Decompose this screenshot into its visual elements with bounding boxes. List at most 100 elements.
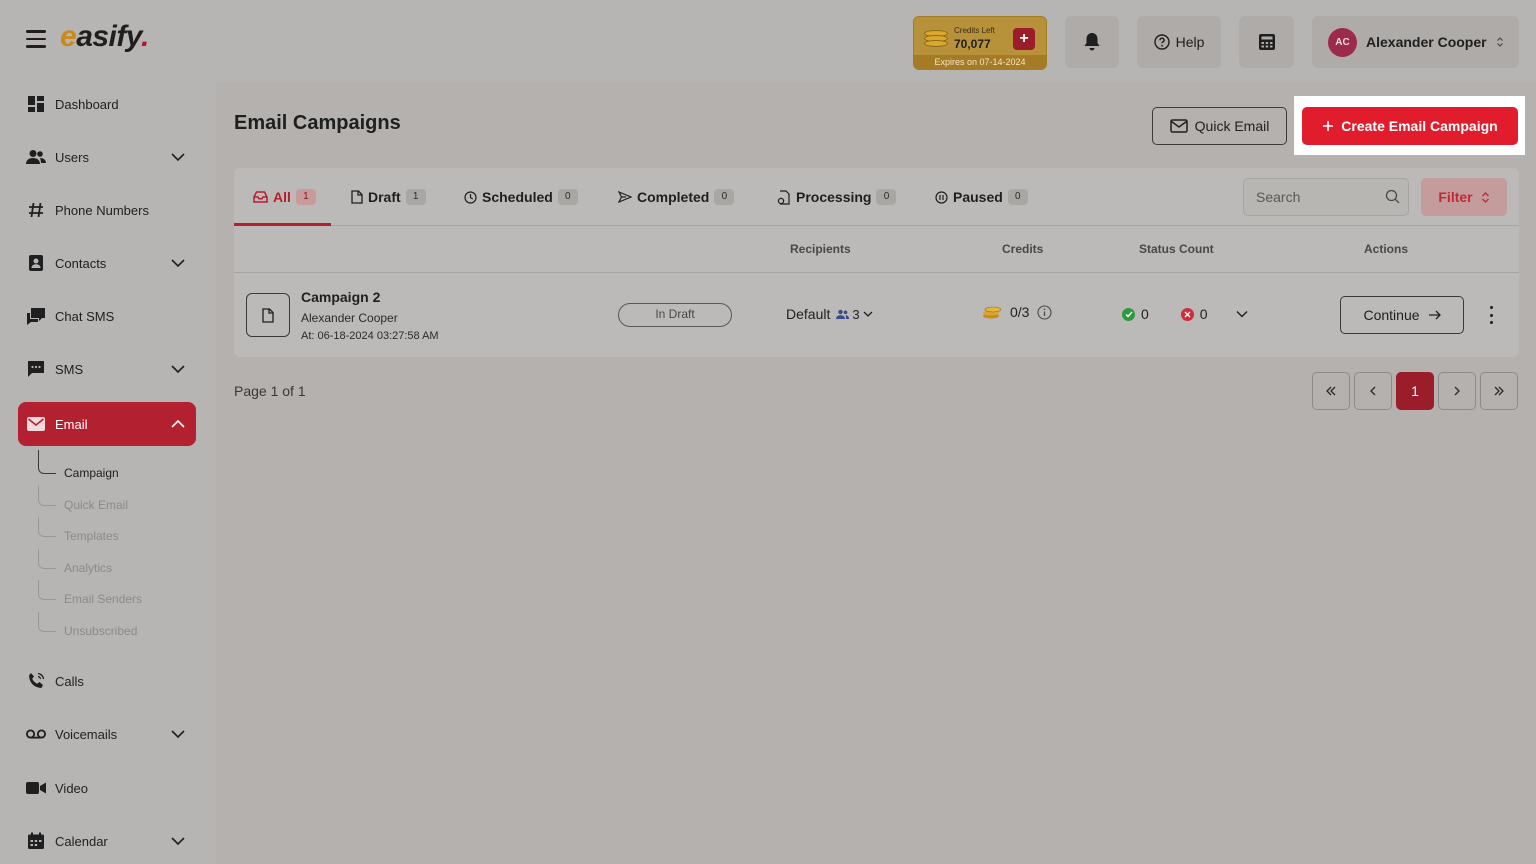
search-box[interactable] xyxy=(1243,178,1409,216)
first-page-button[interactable] xyxy=(1312,372,1350,410)
sms-icon xyxy=(26,359,46,379)
tab-all[interactable]: All 1 xyxy=(253,168,316,226)
quick-email-button[interactable]: Quick Email xyxy=(1152,107,1287,145)
column-header-credits: Credits xyxy=(1002,242,1044,256)
chevron-down-icon[interactable] xyxy=(170,726,186,742)
sidebar-item-label: Users xyxy=(55,149,89,165)
credits-label: Credits Left xyxy=(954,26,995,35)
campaign-name[interactable]: Campaign 2 xyxy=(301,289,380,305)
filter-button[interactable]: Filter xyxy=(1421,178,1507,216)
chevron-updown-icon xyxy=(1481,191,1489,203)
contacts-icon xyxy=(26,253,46,273)
tab-count: 0 xyxy=(876,189,897,205)
status-count-cell: 0 0 xyxy=(1122,306,1248,322)
info-icon[interactable] xyxy=(1037,304,1053,320)
campaigns-card: All 1 Draft 1 Scheduled 0 Completed 0 Pr… xyxy=(234,168,1519,357)
sidebar-item-calendar[interactable]: Calendar xyxy=(18,819,196,863)
clock-icon xyxy=(464,190,477,204)
tab-count: 1 xyxy=(405,189,426,205)
menu-icon[interactable] xyxy=(26,30,46,48)
avatar: AC xyxy=(1328,27,1357,57)
chevron-down-icon[interactable] xyxy=(170,149,186,165)
prev-page-button[interactable] xyxy=(1354,372,1392,410)
chevron-down-icon[interactable] xyxy=(1236,310,1248,318)
tab-count: 0 xyxy=(714,189,735,205)
notifications-button[interactable] xyxy=(1065,16,1119,68)
file-gear-icon xyxy=(777,189,790,205)
user-name: Alexander Cooper xyxy=(1366,34,1487,50)
sidebar-item-users[interactable]: Users xyxy=(18,135,196,179)
sidebar-item-dashboard[interactable]: Dashboard xyxy=(18,82,196,126)
credits-value: 70,077 xyxy=(954,37,991,51)
table-row[interactable]: Campaign 2 Alexander Cooper At: 06-18-20… xyxy=(234,272,1519,357)
recipients-dropdown[interactable]: Default 3 xyxy=(786,306,873,322)
chevron-down-icon[interactable] xyxy=(170,255,186,271)
dashboard-icon xyxy=(26,94,46,114)
top-bar: easify. Credits Left 70,077 + Expires on… xyxy=(0,0,1536,82)
coins-icon xyxy=(983,306,1002,319)
create-email-campaign-button[interactable]: Create Email Campaign xyxy=(1302,107,1518,145)
tab-draft[interactable]: Draft 1 xyxy=(351,168,426,226)
sidebar-item-chat-sms[interactable]: Chat SMS xyxy=(18,294,196,338)
hash-icon xyxy=(26,200,46,220)
active-tab-indicator xyxy=(234,223,331,226)
plus-icon xyxy=(1323,121,1334,131)
search-input[interactable] xyxy=(1244,179,1384,215)
send-icon xyxy=(618,191,632,203)
tab-paused[interactable]: Paused 0 xyxy=(935,168,1028,226)
credits-expiry: Expires on 07-14-2024 xyxy=(914,55,1046,69)
create-campaign-highlight: Create Email Campaign xyxy=(1294,96,1525,155)
chat-icon xyxy=(26,306,46,326)
coins-icon xyxy=(924,30,950,48)
status-badge: In Draft xyxy=(618,303,732,327)
tab-completed[interactable]: Completed 0 xyxy=(618,168,735,226)
chevrons-left-icon xyxy=(1326,386,1336,396)
sidebar-item-email[interactable]: Email xyxy=(18,402,196,446)
chevron-down-icon xyxy=(863,311,873,317)
sidebar-item-contacts[interactable]: Contacts xyxy=(18,241,196,285)
x-circle-icon xyxy=(1180,307,1194,321)
sidebar-item-label: Video xyxy=(55,780,89,796)
calculator-button[interactable] xyxy=(1239,16,1294,68)
tab-count: 1 xyxy=(295,189,316,205)
chevron-up-icon[interactable] xyxy=(170,416,186,432)
users-icon xyxy=(26,147,46,167)
sidebar-item-video[interactable]: Video xyxy=(18,766,196,810)
quick-email-label: Quick Email xyxy=(1194,118,1270,134)
tab-count: 0 xyxy=(557,189,578,205)
page-button-1[interactable]: 1 xyxy=(1396,372,1434,410)
last-page-button[interactable] xyxy=(1480,372,1518,410)
credits-widget[interactable]: Credits Left 70,077 + Expires on 07-14-2… xyxy=(913,16,1047,70)
sidebar-item-label: Voicemails xyxy=(55,726,118,742)
sidebar-item-label: Email xyxy=(55,416,88,432)
recipients-group: Default xyxy=(786,306,831,322)
continue-button[interactable]: Continue xyxy=(1340,296,1464,334)
campaign-timestamp: At: 06-18-2024 03:27:58 AM xyxy=(301,330,439,342)
chevron-down-icon[interactable] xyxy=(170,833,186,849)
sidebar-item-voicemails[interactable]: Voicemails xyxy=(18,712,196,756)
next-page-button[interactable] xyxy=(1438,372,1476,410)
tab-processing[interactable]: Processing 0 xyxy=(777,168,897,226)
continue-label: Continue xyxy=(1363,307,1420,323)
sidebar-item-label: Calendar xyxy=(55,833,108,849)
campaign-owner: Alexander Cooper xyxy=(301,311,398,325)
tab-count: 0 xyxy=(1007,189,1028,205)
more-options-icon[interactable] xyxy=(1486,306,1496,324)
column-header-recipients: Recipients xyxy=(790,242,851,256)
add-credits-button[interactable]: + xyxy=(1013,28,1035,50)
tab-scheduled[interactable]: Scheduled 0 xyxy=(464,168,578,226)
app-logo[interactable]: easify. xyxy=(60,20,149,54)
email-icon xyxy=(26,414,46,434)
sidebar: Dashboard Users Phone Numbers Contacts C… xyxy=(0,82,216,864)
user-menu[interactable]: AC Alexander Cooper xyxy=(1312,16,1519,68)
sidebar-item-calls[interactable]: Calls xyxy=(18,659,196,703)
pause-icon xyxy=(935,190,948,204)
help-button[interactable]: Help xyxy=(1137,16,1221,68)
sidebar-item-phone-numbers[interactable]: Phone Numbers xyxy=(18,188,196,232)
page-title: Email Campaigns xyxy=(234,112,401,134)
sidebar-item-sms[interactable]: SMS xyxy=(18,347,196,391)
chevron-down-icon[interactable] xyxy=(170,361,186,377)
sidebar-item-label: Chat SMS xyxy=(55,308,115,324)
create-campaign-label: Create Email Campaign xyxy=(1341,118,1498,134)
calculator-icon xyxy=(1258,34,1275,50)
